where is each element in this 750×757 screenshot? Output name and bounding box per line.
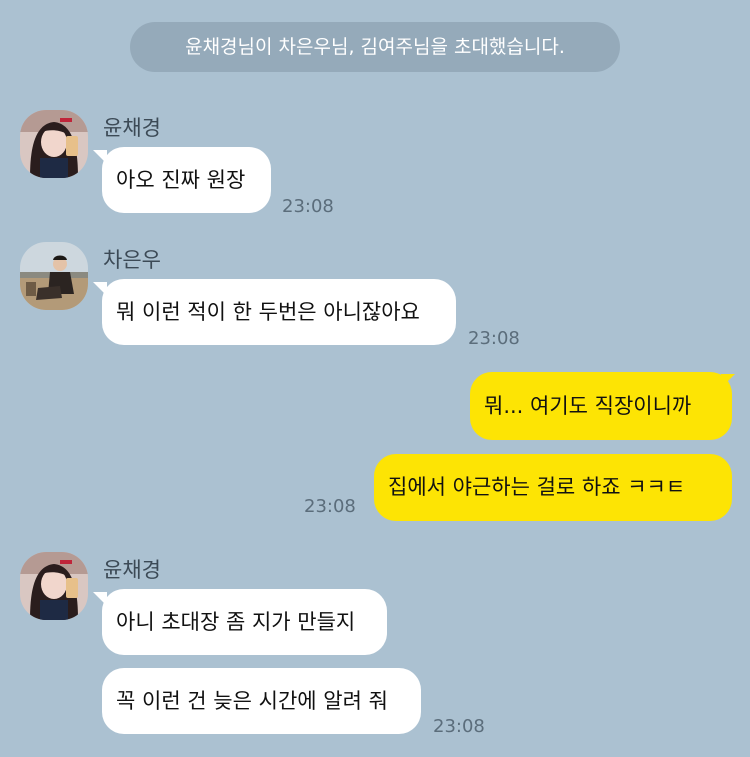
avatar-cha-eunwoo[interactable] — [20, 242, 88, 310]
message-bubble[interactable]: 뭐 이런 적이 한 두번은 아니잖아요 — [102, 279, 456, 345]
message-bubble[interactable]: 뭐... 여기도 직장이니까 — [470, 372, 732, 440]
avatar-yoon-chaekyung[interactable] — [20, 552, 88, 620]
sender-name: 윤채경 — [103, 116, 161, 140]
avatar-yoon-chaekyung[interactable] — [20, 110, 88, 178]
message-time: 23:08 — [433, 716, 485, 737]
sender-name: 윤채경 — [103, 558, 161, 582]
message-time: 23:08 — [282, 196, 334, 217]
message-bubble[interactable]: 아니 초대장 좀 지가 만들지 — [102, 589, 387, 655]
message-bubble[interactable]: 꼭 이런 건 늦은 시간에 알려 줘 — [102, 668, 421, 734]
message-time: 23:08 — [304, 496, 356, 517]
message-time: 23:08 — [468, 328, 520, 349]
sender-name: 차은우 — [103, 248, 161, 272]
message-bubble[interactable]: 아오 진짜 원장 — [102, 147, 271, 213]
message-bubble[interactable]: 집에서 야근하는 걸로 하죠 ㅋㅋㅌ — [374, 454, 732, 521]
system-notice: 윤채경님이 차은우님, 김여주님을 초대했습니다. — [130, 22, 620, 72]
